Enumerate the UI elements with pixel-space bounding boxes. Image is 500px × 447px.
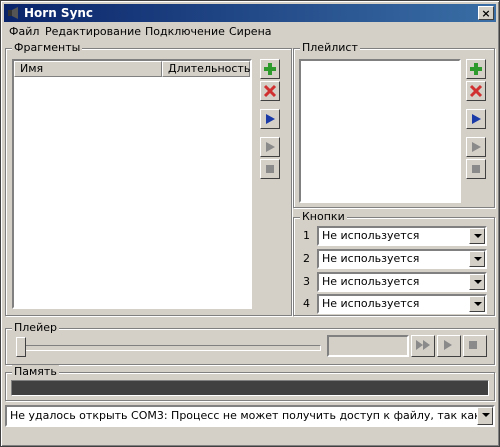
- window-title: Horn Sync: [24, 6, 94, 20]
- menu-bar: Файл Редактирование Подключение Сирена: [4, 23, 496, 41]
- close-button[interactable]: ×: [478, 6, 494, 20]
- column-header-duration[interactable]: Длительность: [162, 61, 250, 77]
- add-icon: [264, 63, 276, 75]
- play-gray-icon: [472, 142, 481, 152]
- fragments-play-gray-button[interactable]: [260, 137, 280, 157]
- stop-icon: [266, 165, 274, 173]
- playlist-group: Плейлист: [293, 41, 495, 208]
- button-1-value: Не используется: [322, 229, 420, 242]
- button-1-select[interactable]: Не используется: [317, 226, 487, 246]
- add-icon: [470, 63, 482, 75]
- playlist-play-gray-button[interactable]: [466, 137, 486, 157]
- delete-icon: [469, 84, 483, 98]
- chevron-down-icon[interactable]: [469, 228, 485, 244]
- fragments-label: Фрагменты: [12, 41, 83, 55]
- fragments-group: Фрагменты Имя Длительность: [5, 41, 292, 316]
- speaker-app-icon: [8, 7, 18, 19]
- player-seek-track[interactable]: [16, 345, 321, 351]
- close-icon: ×: [481, 7, 491, 20]
- button-2-value: Не используется: [322, 252, 420, 265]
- menu-siren[interactable]: Сирена: [226, 25, 275, 39]
- fragments-list[interactable]: Имя Длительность: [12, 59, 252, 309]
- button-3-value: Не используется: [322, 275, 420, 288]
- player-label: Плейер: [12, 321, 59, 335]
- button-3-select[interactable]: Не используется: [317, 272, 487, 292]
- playlist-stop-button[interactable]: [466, 159, 486, 179]
- playlist-label: Плейлист: [300, 41, 360, 55]
- button-4-select[interactable]: Не используется: [317, 294, 487, 314]
- button-number-3: 3: [303, 275, 310, 288]
- status-select[interactable]: Не удалось открыть COM3: Процесс не може…: [5, 405, 495, 427]
- menu-edit[interactable]: Редактирование: [42, 25, 144, 39]
- player-time-display: [327, 335, 409, 357]
- fast-forward-icon: [416, 340, 430, 350]
- player-seek-thumb[interactable]: [16, 337, 26, 357]
- menu-connection[interactable]: Подключение: [142, 25, 228, 39]
- chevron-down-icon[interactable]: [469, 251, 485, 267]
- button-4-value: Не используется: [322, 297, 420, 310]
- stop-icon: [469, 341, 477, 349]
- button-number-1: 1: [303, 229, 310, 242]
- playlist-delete-button[interactable]: [466, 81, 486, 101]
- playlist-list[interactable]: [299, 59, 461, 203]
- stop-icon: [472, 165, 480, 173]
- button-number-2: 2: [303, 252, 310, 265]
- buttons-label: Кнопки: [300, 210, 347, 224]
- fragments-add-button[interactable]: [260, 59, 280, 79]
- chevron-down-icon[interactable]: [469, 274, 485, 290]
- fragments-delete-button[interactable]: [260, 81, 280, 101]
- status-dropdown[interactable]: [477, 407, 493, 425]
- chevron-down-icon[interactable]: [477, 407, 493, 425]
- play-icon: [444, 340, 452, 350]
- main-window: Horn Sync × Файл Редактирование Подключе…: [0, 0, 500, 447]
- player-group: Плейер: [5, 321, 495, 365]
- fragments-stop-button[interactable]: [260, 159, 280, 179]
- status-message: Не удалось открыть COM3: Процесс не може…: [10, 409, 495, 422]
- buttons-group: Кнопки 1 Не используется 2 Не использует…: [293, 210, 495, 316]
- memory-label: Память: [12, 365, 59, 379]
- title-bar[interactable]: Horn Sync ×: [4, 4, 496, 22]
- memory-group: Память: [5, 365, 495, 401]
- column-header-name[interactable]: Имя: [14, 61, 162, 77]
- player-play-button[interactable]: [437, 335, 461, 357]
- delete-icon: [263, 84, 277, 98]
- play-blue-icon: [266, 114, 275, 124]
- playlist-add-button[interactable]: [466, 59, 486, 79]
- play-blue-icon: [472, 114, 481, 124]
- player-fast-forward-button[interactable]: [411, 335, 435, 357]
- player-stop-button[interactable]: [463, 335, 487, 357]
- play-gray-icon: [266, 142, 275, 152]
- chevron-down-icon[interactable]: [469, 296, 485, 312]
- button-number-4: 4: [303, 297, 310, 310]
- menu-file[interactable]: Файл: [6, 25, 42, 39]
- playlist-play-button[interactable]: [466, 109, 486, 129]
- fragments-play-button[interactable]: [260, 109, 280, 129]
- memory-usage-bar: [11, 380, 489, 396]
- button-2-select[interactable]: Не используется: [317, 249, 487, 269]
